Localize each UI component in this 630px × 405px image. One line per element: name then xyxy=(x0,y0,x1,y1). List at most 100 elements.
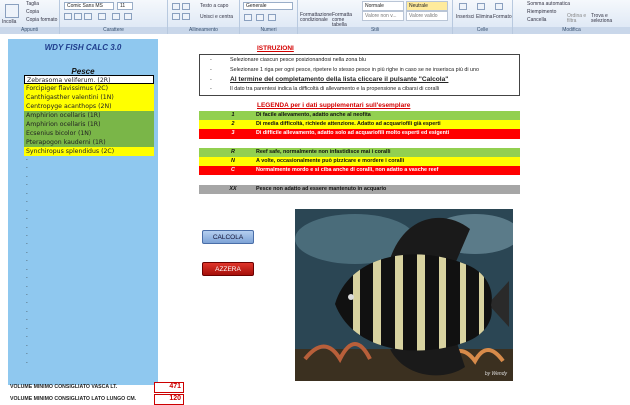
fish-select-row-empty[interactable]: - xyxy=(24,291,154,299)
clear-button[interactable]: Cancella xyxy=(527,17,546,23)
wrap-text-button[interactable]: Testo a capo xyxy=(200,3,228,9)
fish-select-row[interactable]: Zebrasoma veliferum. (2R)▾ xyxy=(24,75,154,84)
font-group: Comic Sans MS 11 Carattere xyxy=(60,0,168,34)
style-normal[interactable]: Normale xyxy=(362,1,404,11)
fill-button[interactable]: Riempimento xyxy=(527,9,556,15)
italic-icon[interactable] xyxy=(74,13,82,20)
clipboard-group-label: Appunti xyxy=(0,27,59,34)
insert-icon[interactable] xyxy=(459,3,467,10)
fish-select-row-empty[interactable]: - xyxy=(24,283,154,291)
sort-filter-button[interactable]: Ordina e filtra xyxy=(567,14,587,24)
clipboard-group: Incolla Taglia Copia Copia formato Appun… xyxy=(0,0,60,34)
legend-row: 3 Di difficile allevamento, adatto solo a… xyxy=(199,129,520,139)
fish-select-row[interactable]: Amphirion ocellaris (1R) xyxy=(24,111,154,120)
merge-center-button[interactable]: Unisci e centra xyxy=(200,14,233,20)
fish-select-row-empty[interactable]: - xyxy=(24,181,154,189)
conditional-format-button[interactable]: Formattazione condizionale xyxy=(300,13,332,23)
legend-text: Pesce non adatto ad essere mantenuto in … xyxy=(256,185,387,192)
paste-icon[interactable] xyxy=(5,4,19,18)
fish-select-row-empty[interactable]: - xyxy=(24,299,154,307)
format-button[interactable]: Formato xyxy=(493,14,512,20)
font-size-select[interactable]: 11 xyxy=(117,2,133,10)
cells-group-label: Celle xyxy=(453,27,512,34)
fish-select-row[interactable]: Pterapogon kauderni (1R) xyxy=(24,138,154,147)
volume-min-label: VOLUME MINIMO CONSIGLIATO VASCA LT. xyxy=(10,384,118,390)
legend-code: 2 xyxy=(231,121,235,128)
number-format-select[interactable]: Generale xyxy=(243,2,293,10)
align-middle-icon[interactable] xyxy=(182,3,190,10)
fish-select-row-empty[interactable]: - xyxy=(24,207,154,215)
format-icon[interactable] xyxy=(495,3,503,10)
underline-icon[interactable] xyxy=(84,13,92,20)
font-color-icon[interactable] xyxy=(124,13,132,20)
fish-select-row-empty[interactable]: - xyxy=(24,274,154,282)
fish-select-row-empty[interactable]: - xyxy=(24,249,154,257)
style-calc[interactable]: Valore non v... xyxy=(362,11,404,21)
font-group-label: Carattere xyxy=(60,27,167,34)
fish-select-row-empty[interactable]: - xyxy=(24,224,154,232)
currency-icon[interactable] xyxy=(244,14,252,21)
fish-select-row-empty[interactable]: - xyxy=(24,156,154,164)
instructions-heading: ISTRUZIONI xyxy=(257,45,294,52)
chevron-down-icon[interactable]: ▾ xyxy=(153,76,154,84)
fish-select-row-empty[interactable]: - xyxy=(24,342,154,350)
fish-select-row-empty[interactable]: - xyxy=(24,164,154,172)
style-good[interactable]: Valore valido xyxy=(406,11,448,21)
style-neutral[interactable]: Neutrale xyxy=(406,1,448,11)
calcola-button[interactable]: CALCOLA xyxy=(202,230,254,244)
fish-select-row-empty[interactable]: - xyxy=(24,316,154,324)
fish-select-row-empty[interactable]: - xyxy=(24,266,154,274)
fish-select-row[interactable]: Ecsenius bicolor (1N) xyxy=(24,129,154,138)
percent-icon[interactable] xyxy=(256,14,264,21)
instruction-text: Al termine del completamento della lista… xyxy=(230,76,449,83)
legend-text: Reef safe, normalmente non infastidisce … xyxy=(256,148,391,155)
align-center-icon[interactable] xyxy=(182,13,190,20)
fish-select-row-empty[interactable]: - xyxy=(24,240,154,248)
fish-select-row-empty[interactable]: - xyxy=(24,325,154,333)
fish-select-row-empty[interactable]: - xyxy=(24,232,154,240)
fish-select-row[interactable]: Centropyge acanthops (2N) xyxy=(24,102,154,111)
autosum-button[interactable]: Somma automatica xyxy=(527,1,570,7)
fish-select-row-empty[interactable]: - xyxy=(24,215,154,223)
legend-text: A volte, occasionalmente può pizzicare e… xyxy=(256,157,405,164)
fish-select-row[interactable]: Amphirion ocellaris (1R) xyxy=(24,120,154,129)
borders-icon[interactable] xyxy=(98,13,106,20)
align-left-icon[interactable] xyxy=(172,13,180,20)
azzera-button[interactable]: AZZERA xyxy=(202,262,254,276)
fish-select-row[interactable]: Synchiropus splendidus (2C) xyxy=(24,147,154,156)
legend-row xyxy=(199,138,520,148)
instruction-bullet: - xyxy=(210,57,212,63)
font-name-select[interactable]: Comic Sans MS xyxy=(64,2,114,10)
bold-icon[interactable] xyxy=(64,13,72,20)
fish-select-row-empty[interactable]: - xyxy=(24,333,154,341)
legend-code: N xyxy=(231,157,235,164)
fish-select-row-empty[interactable]: - xyxy=(24,359,154,367)
delete-icon[interactable] xyxy=(477,3,485,10)
fish-select-row-empty[interactable]: - xyxy=(24,257,154,265)
cut-button[interactable]: Taglia xyxy=(26,1,39,7)
fish-select-row-empty[interactable]: - xyxy=(24,173,154,181)
legend-text: Di facile allevamento, adatto anche al n… xyxy=(256,112,371,118)
paste-button[interactable]: Incolla xyxy=(2,19,16,25)
format-as-table-button[interactable]: Formatta come tabella xyxy=(332,13,358,28)
volume-min-value: 471 xyxy=(154,382,184,393)
fish-select-row-empty[interactable]: - xyxy=(24,190,154,198)
fish-select-row[interactable]: Canthigasther valentini (1N) xyxy=(24,93,154,102)
fish-select-row-empty[interactable]: - xyxy=(24,350,154,358)
instruction-bullet: - xyxy=(210,86,212,92)
insert-button[interactable]: Inserisci xyxy=(456,14,474,20)
fish-select-row-empty[interactable]: - xyxy=(24,308,154,316)
align-top-icon[interactable] xyxy=(172,3,180,10)
cells-group: Inserisci Elimina Formato Celle xyxy=(453,0,513,34)
fish-select-row[interactable]: Forcipiger flavissimus (2C) xyxy=(24,84,154,93)
delete-button[interactable]: Elimina xyxy=(476,14,492,20)
fill-color-icon[interactable] xyxy=(112,13,120,20)
instruction-line-3: - Al termine del completamento della list… xyxy=(210,76,448,83)
find-select-button[interactable]: Trova e seleziona xyxy=(591,14,615,24)
fish-list: Zebrasoma veliferum. (2R)▾Forcipiger fla… xyxy=(24,75,154,367)
format-painter-button[interactable]: Copia formato xyxy=(26,17,57,23)
instructions-box: - Selezionare ciascun pesce posizionandos… xyxy=(199,54,520,96)
comma-icon[interactable] xyxy=(268,14,276,21)
fish-select-row-empty[interactable]: - xyxy=(24,198,154,206)
copy-button[interactable]: Copia xyxy=(26,9,39,15)
